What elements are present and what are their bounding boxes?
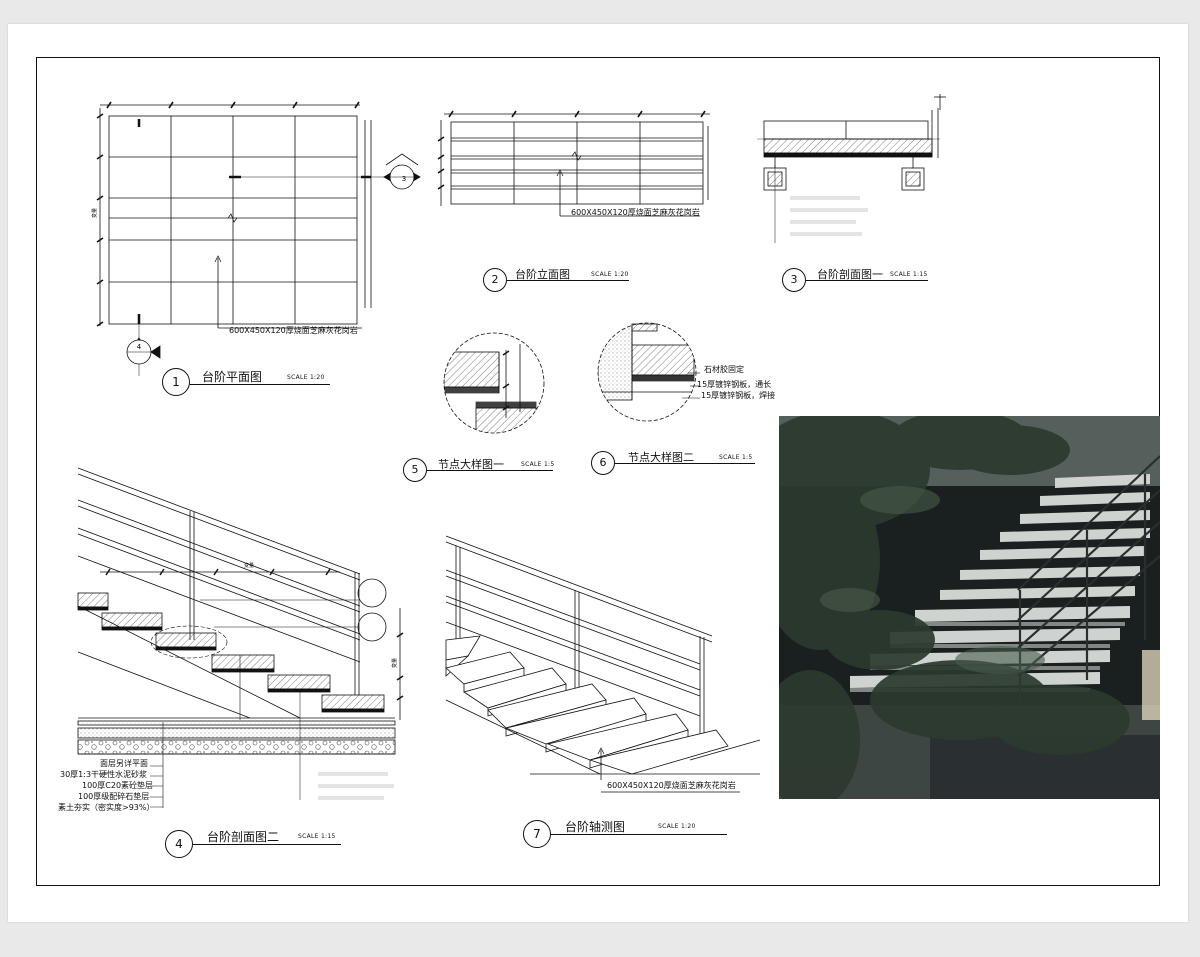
plan-granite-note: 600X450X120厚烧面芝麻灰花岗岩	[229, 326, 358, 335]
drawing-linework: 3 4 变量 变量 变量	[77, 94, 1160, 808]
section-two-dim-label: 变量	[244, 562, 254, 569]
view-title: 台阶平面图	[202, 370, 263, 384]
view-number-badge: 4	[165, 830, 193, 858]
section-two-view	[77, 467, 404, 808]
layer-3: 100厚C20素砼垫层	[82, 781, 154, 790]
caption-underline	[806, 280, 928, 281]
axonometric-view	[445, 535, 761, 793]
view-scale: SCALE 1:15	[890, 271, 928, 278]
caption-underline	[507, 280, 629, 281]
view-scale: SCALE 1:5	[719, 454, 753, 461]
view-scale: SCALE 1:20	[591, 271, 629, 278]
layer-4: 100厚级配碎石垫层	[78, 792, 150, 801]
caption-underline	[193, 844, 341, 845]
section-one-faint-notes	[790, 196, 868, 236]
caption-underline	[427, 470, 553, 471]
plan-section-3-id: 3	[402, 175, 406, 183]
view-scale: SCALE 1:20	[287, 374, 325, 381]
section-two-height-label: 变量	[391, 658, 398, 668]
axonometric-granite-note: 600X450X120厚烧面芝麻灰花岗岩	[607, 781, 736, 790]
detail-two-glue-note: 石材胶固定	[704, 365, 744, 374]
view-number-badge: 5	[403, 458, 427, 482]
view-number-badge: 3	[782, 268, 806, 292]
view-scale: SCALE 1:15	[298, 833, 336, 840]
layer-2: 30厚1:3干硬性水泥砂浆	[60, 770, 148, 779]
elevation-granite-note: 600X450X120厚烧面芝麻灰花岗岩	[571, 208, 700, 217]
plan-dim-label: 变量	[91, 208, 98, 218]
detail-two-plate-weld-note: 15厚镀锌钢板，焊接	[701, 391, 776, 400]
view-scale: SCALE 1:5	[521, 461, 555, 468]
view-title: 台阶轴测图	[565, 820, 626, 834]
view-number-badge: 6	[591, 451, 615, 475]
elevation-view	[437, 110, 710, 217]
section-two-faint-notes	[318, 772, 394, 800]
detail-one-view	[443, 332, 545, 434]
layer-5: 素土夯实（密实度>93%）	[58, 803, 155, 812]
view-title: 台阶剖面图二	[207, 830, 280, 844]
plan-section-4-id: 4	[137, 343, 142, 351]
site-photo	[779, 416, 1160, 799]
view-scale: SCALE 1:20	[658, 823, 696, 830]
view-number-badge: 7	[523, 820, 551, 848]
view-number-badge: 2	[483, 268, 507, 292]
layer-1: 面层另详平面	[100, 759, 148, 768]
caption-underline	[551, 834, 727, 835]
caption-underline	[615, 463, 755, 464]
detail-two-plate-lap-note: 15厚镀锌钢板，通长	[697, 380, 772, 389]
detail-two-view	[597, 322, 700, 422]
view-number-badge: 1	[162, 368, 190, 396]
caption-underline	[190, 384, 330, 385]
